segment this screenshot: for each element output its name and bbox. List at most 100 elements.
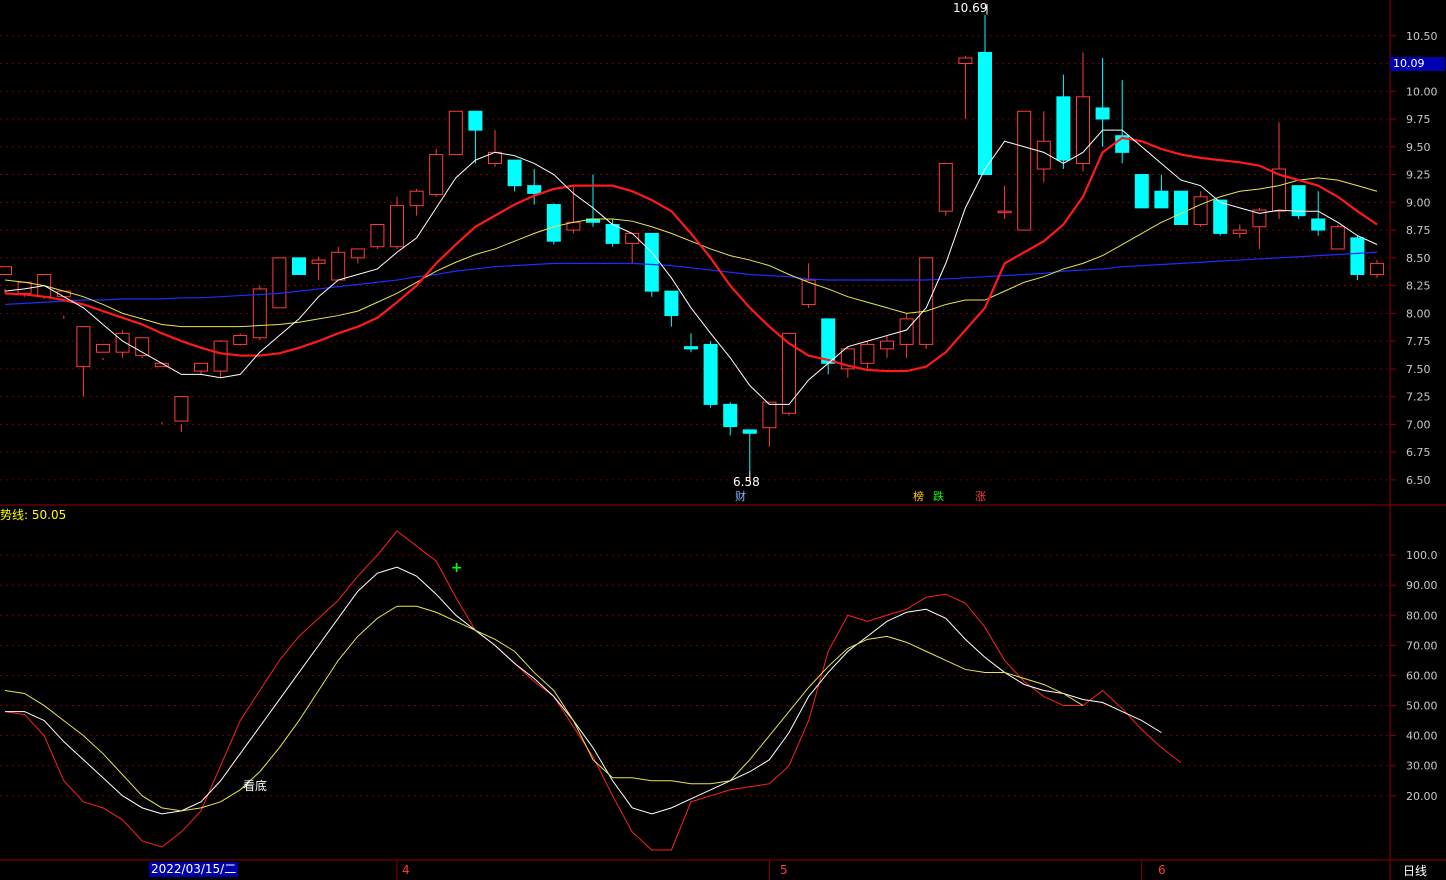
candle-up [96, 343, 110, 353]
candle-down [292, 257, 306, 275]
event-marker-finance[interactable]: 财 [735, 490, 746, 503]
indicator-axis-label: 80.00 [1406, 609, 1438, 622]
candle-up [0, 266, 12, 275]
indicator-axis-label: 90.00 [1406, 579, 1438, 592]
grid-lines [0, 0, 1446, 880]
candle-up [1193, 196, 1208, 226]
kline-chart: 10.5010.2510.009.759.509.259.008.758.508… [0, 0, 1446, 880]
price-axis-label: 7.75 [1406, 335, 1431, 348]
high-price-mark: 10.69 [953, 1, 987, 15]
candle-down [507, 159, 522, 187]
candle-down [742, 429, 757, 434]
candle-up [76, 326, 91, 368]
indicator-series-line [5, 566, 1162, 815]
candle-down [644, 232, 659, 292]
candle-up [174, 396, 189, 422]
period-tab-daily[interactable]: 日线 [1403, 862, 1427, 879]
candle-down [468, 110, 483, 131]
candlesticks [0, 14, 1384, 472]
candle-up [135, 337, 150, 357]
event-marker-ranking[interactable]: 榜 [913, 490, 924, 503]
bottom-signal-label: 看底 [243, 778, 267, 793]
indicator-axis-label: 50.00 [1406, 700, 1438, 713]
candle-down [978, 51, 992, 176]
candle-up [311, 259, 326, 264]
month-tick-label: 6 [1158, 863, 1166, 877]
candle-down [1056, 96, 1071, 161]
price-axis-label: 9.00 [1406, 196, 1431, 209]
event-marker-down[interactable]: 跌 [933, 490, 944, 503]
candle-up [409, 190, 424, 207]
candle-up [1076, 96, 1090, 164]
candle-down [1134, 174, 1149, 209]
indicator-axis-label: 70.00 [1406, 639, 1438, 652]
candle-up [390, 205, 404, 248]
price-axis-label: 10.00 [1406, 85, 1438, 98]
indicator-lines: + [4, 530, 1182, 851]
candle-up [880, 340, 894, 350]
indicator-axis-label: 60.00 [1406, 669, 1438, 682]
candle-up [331, 251, 346, 281]
price-axis-label: 7.50 [1406, 363, 1431, 376]
candle-up [213, 340, 228, 372]
candle-up [370, 224, 385, 248]
candle-up [958, 57, 973, 65]
event-marker-up[interactable]: 涨 [975, 490, 986, 503]
price-axis-label: 6.50 [1406, 474, 1431, 487]
candle-up [1017, 110, 1032, 231]
candle-up [762, 401, 777, 429]
ma60-line [4, 251, 1378, 306]
candle-down [1095, 107, 1110, 120]
price-axis-label: 6.75 [1406, 446, 1431, 459]
moving-averages [4, 129, 1378, 405]
price-axis-label: 7.25 [1406, 391, 1431, 404]
candle-down [546, 204, 561, 242]
crossover-marker: + [451, 560, 463, 576]
candle-down [1154, 190, 1169, 209]
candle-up [938, 162, 953, 212]
candle-up [252, 288, 267, 339]
candle-down [821, 318, 836, 364]
candle-up [1370, 262, 1384, 275]
month-tick-label: 4 [402, 863, 410, 877]
candle-up [448, 110, 463, 156]
candle-up [1330, 226, 1345, 250]
candle-down [1350, 237, 1365, 275]
candle-up [350, 248, 365, 259]
price-axis: 10.5010.2510.009.759.509.259.008.758.508… [1390, 30, 1438, 487]
candle-up [194, 362, 208, 372]
candle-up [919, 257, 934, 345]
indicator-axis-label: 30.00 [1406, 760, 1438, 773]
candle-up [860, 343, 875, 364]
candle-up [997, 210, 1012, 214]
candle-down [723, 403, 738, 428]
candle-down [703, 343, 718, 405]
price-axis-label: 8.50 [1406, 252, 1431, 265]
low-price-mark: 6.58 [733, 475, 760, 489]
ma20-line [4, 177, 1378, 328]
indicator-axis-label: 20.00 [1406, 790, 1438, 803]
candle-down [605, 224, 620, 244]
indicator-axis-label: 100.0 [1406, 549, 1438, 562]
candle-down [684, 346, 698, 350]
price-axis-label: 8.25 [1406, 280, 1431, 293]
indicator-value-label: 势线: 50.05 [0, 508, 67, 522]
candle-up [233, 335, 248, 345]
price-axis-label: 9.25 [1406, 169, 1431, 182]
price-axis-label: 8.75 [1406, 224, 1431, 237]
candle-down [1174, 190, 1188, 226]
indicator-series-line [4, 605, 1084, 812]
indicator-axis: 100.0 90.00 80.00 70.00 60.00 50.00 40.00 30.00… [1390, 549, 1438, 803]
candle-up [1232, 229, 1247, 234]
candle-down [1213, 199, 1228, 234]
indicator-axis-label: 40.00 [1406, 730, 1438, 743]
candle-down [1311, 218, 1326, 231]
indicator-series-line [4, 530, 1182, 851]
candle-down [664, 290, 679, 317]
price-axis-label: 8.00 [1406, 307, 1431, 320]
cursor-date-badge: 2022/03/15/二 [149, 862, 239, 877]
candle-up [429, 154, 444, 196]
month-tick-label: 5 [780, 863, 788, 877]
candle-down [527, 185, 542, 194]
price-axis-label: 9.75 [1406, 113, 1431, 126]
